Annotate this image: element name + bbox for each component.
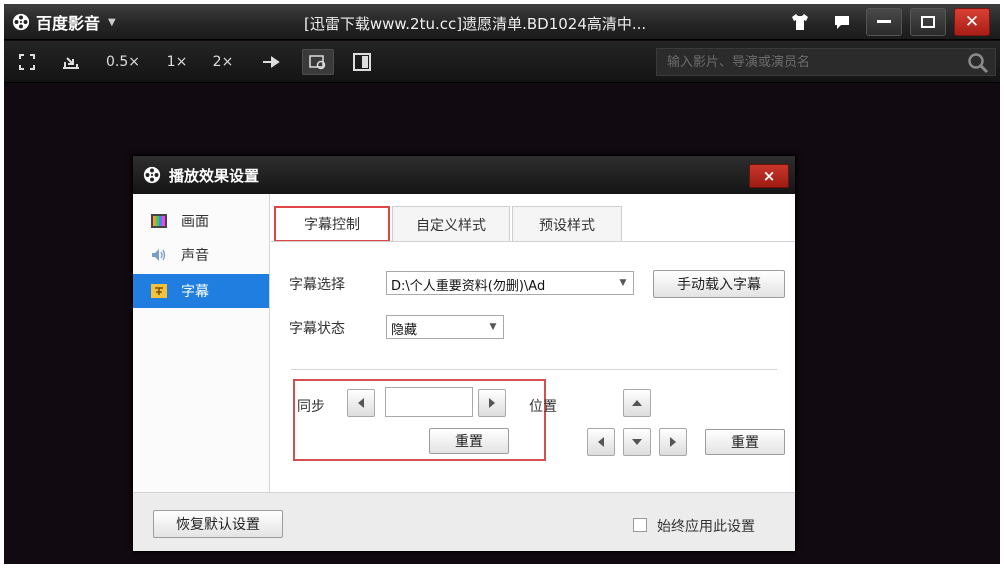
- subtitle-select-label: 字幕选择: [289, 277, 345, 293]
- manual-load-subtitle-button[interactable]: 手动载入字幕: [653, 270, 785, 298]
- position-left-button[interactable]: [587, 428, 615, 456]
- speed-2-button[interactable]: 2×: [208, 49, 238, 75]
- dialog-close-button[interactable]: ×: [749, 164, 789, 188]
- arrow-down-icon: [632, 439, 642, 445]
- sidebar-item-picture[interactable]: 画面: [133, 204, 269, 238]
- fullscreen-icon: [19, 54, 35, 70]
- arrow-left-icon: [358, 398, 364, 408]
- close-button[interactable]: ✕: [954, 8, 990, 36]
- app-menu[interactable]: 百度影音 ▼: [12, 11, 116, 33]
- position-down-button[interactable]: [623, 428, 651, 456]
- maximize-icon: [921, 16, 935, 28]
- position-up-button[interactable]: [623, 389, 651, 417]
- arrow-right-icon: [489, 398, 495, 408]
- dialog-title: 播放效果设置: [169, 167, 260, 185]
- pin-icon: [263, 56, 280, 68]
- playback-settings-dialog: 播放效果设置 × 画面 声音 字幕 字幕控制 自定义样式 预设样式 字幕选择 D…: [132, 155, 796, 552]
- tab-custom-style[interactable]: 自定义样式: [392, 206, 510, 242]
- sidebar-item-label: 声音: [181, 248, 209, 264]
- minimize-button[interactable]: [866, 8, 902, 36]
- arrow-up-icon: [632, 400, 642, 406]
- subtitle-state-dropdown[interactable]: 隐藏 ▼: [386, 315, 504, 339]
- maximize-button[interactable]: [910, 8, 946, 36]
- app-name: 百度影音: [36, 14, 101, 33]
- sidebar-item-subtitle[interactable]: 字幕: [133, 274, 269, 308]
- film-reel-icon: [12, 13, 30, 31]
- title-bar[interactable]: 百度影音 ▼ [迅雷下载www.2tu.cc]遗愿清单.BD1024高清中...…: [4, 4, 1000, 40]
- sync-reset-button[interactable]: 重置: [429, 428, 509, 454]
- tab-subtitle-control[interactable]: 字幕控制: [274, 206, 390, 242]
- speaker-icon: [151, 247, 167, 263]
- dialog-header[interactable]: 播放效果设置 ×: [133, 156, 795, 194]
- dialog-footer: 恢复默认设置 始终应用此设置: [133, 492, 795, 551]
- arrow-left-icon: [598, 437, 604, 447]
- sidebar-panel-icon: [353, 53, 371, 71]
- sync-offset-input[interactable]: [385, 387, 473, 417]
- section-divider: [291, 369, 777, 370]
- sync-decrease-button[interactable]: [347, 389, 375, 417]
- tab-preset-style[interactable]: 预设样式: [512, 206, 622, 242]
- position-reset-button[interactable]: 重置: [705, 429, 785, 455]
- always-apply-label: 始终应用此设置: [657, 519, 755, 535]
- shrink-button[interactable]: [58, 49, 84, 75]
- close-icon: ✕: [964, 12, 980, 32]
- minimize-icon: [877, 20, 891, 23]
- close-icon: ×: [762, 167, 776, 185]
- film-reel-icon: [143, 166, 161, 184]
- sync-label: 同步: [297, 399, 325, 415]
- subtitle-state-value: 隐藏: [391, 323, 418, 338]
- subtitle-select-dropdown[interactable]: D:\个人重要资料(勿删)\Ad ▼: [386, 271, 634, 295]
- arrow-right-icon: [670, 437, 676, 447]
- chevron-down-icon: ▼: [489, 322, 497, 332]
- subtitle-icon: [151, 283, 167, 299]
- toolbar: 0.5× 1× 2×: [4, 41, 1000, 83]
- subtitle-state-label: 字幕状态: [289, 321, 345, 337]
- position-right-button[interactable]: [659, 428, 687, 456]
- position-label: 位置: [529, 399, 557, 415]
- subtitle-select-value: D:\个人重要资料(勿删)\Ad: [391, 279, 546, 294]
- playlist-toggle-button[interactable]: [348, 49, 376, 75]
- restore-defaults-button[interactable]: 恢复默认设置: [153, 510, 283, 538]
- chevron-down-icon: ▼: [619, 278, 627, 288]
- screenshot-icon: [309, 55, 326, 70]
- settings-sidebar: 画面 声音 字幕: [133, 194, 270, 492]
- speed-05-button[interactable]: 0.5×: [100, 49, 146, 75]
- pin-button[interactable]: [258, 49, 284, 75]
- sidebar-item-sound[interactable]: 声音: [133, 238, 269, 272]
- skin-icon[interactable]: [788, 10, 812, 34]
- window-title: [迅雷下载www.2tu.cc]遗愿清单.BD1024高清中...: [304, 15, 647, 33]
- speed-1-button[interactable]: 1×: [162, 49, 192, 75]
- sidebar-item-label: 画面: [181, 214, 209, 230]
- screenshot-button[interactable]: [302, 49, 334, 75]
- dialog-body: 画面 声音 字幕 字幕控制 自定义样式 预设样式 字幕选择 D:\个人重要资料(…: [133, 194, 795, 492]
- chevron-down-icon: ▼: [108, 16, 116, 28]
- search-icon[interactable]: [967, 52, 989, 74]
- sync-increase-button[interactable]: [478, 389, 506, 417]
- picture-icon: [151, 213, 167, 229]
- search-box[interactable]: [656, 48, 996, 76]
- search-input[interactable]: [657, 49, 957, 75]
- always-apply-checkbox[interactable]: [633, 518, 647, 532]
- baidu-player-window: 百度影音 ▼ [迅雷下载www.2tu.cc]遗愿清单.BD1024高清中...…: [4, 4, 1000, 564]
- shrink-icon: [63, 57, 79, 69]
- fullscreen-button[interactable]: [14, 49, 40, 75]
- sidebar-item-label: 字幕: [181, 284, 209, 300]
- tab-divider: [271, 241, 795, 242]
- message-icon[interactable]: [830, 10, 854, 34]
